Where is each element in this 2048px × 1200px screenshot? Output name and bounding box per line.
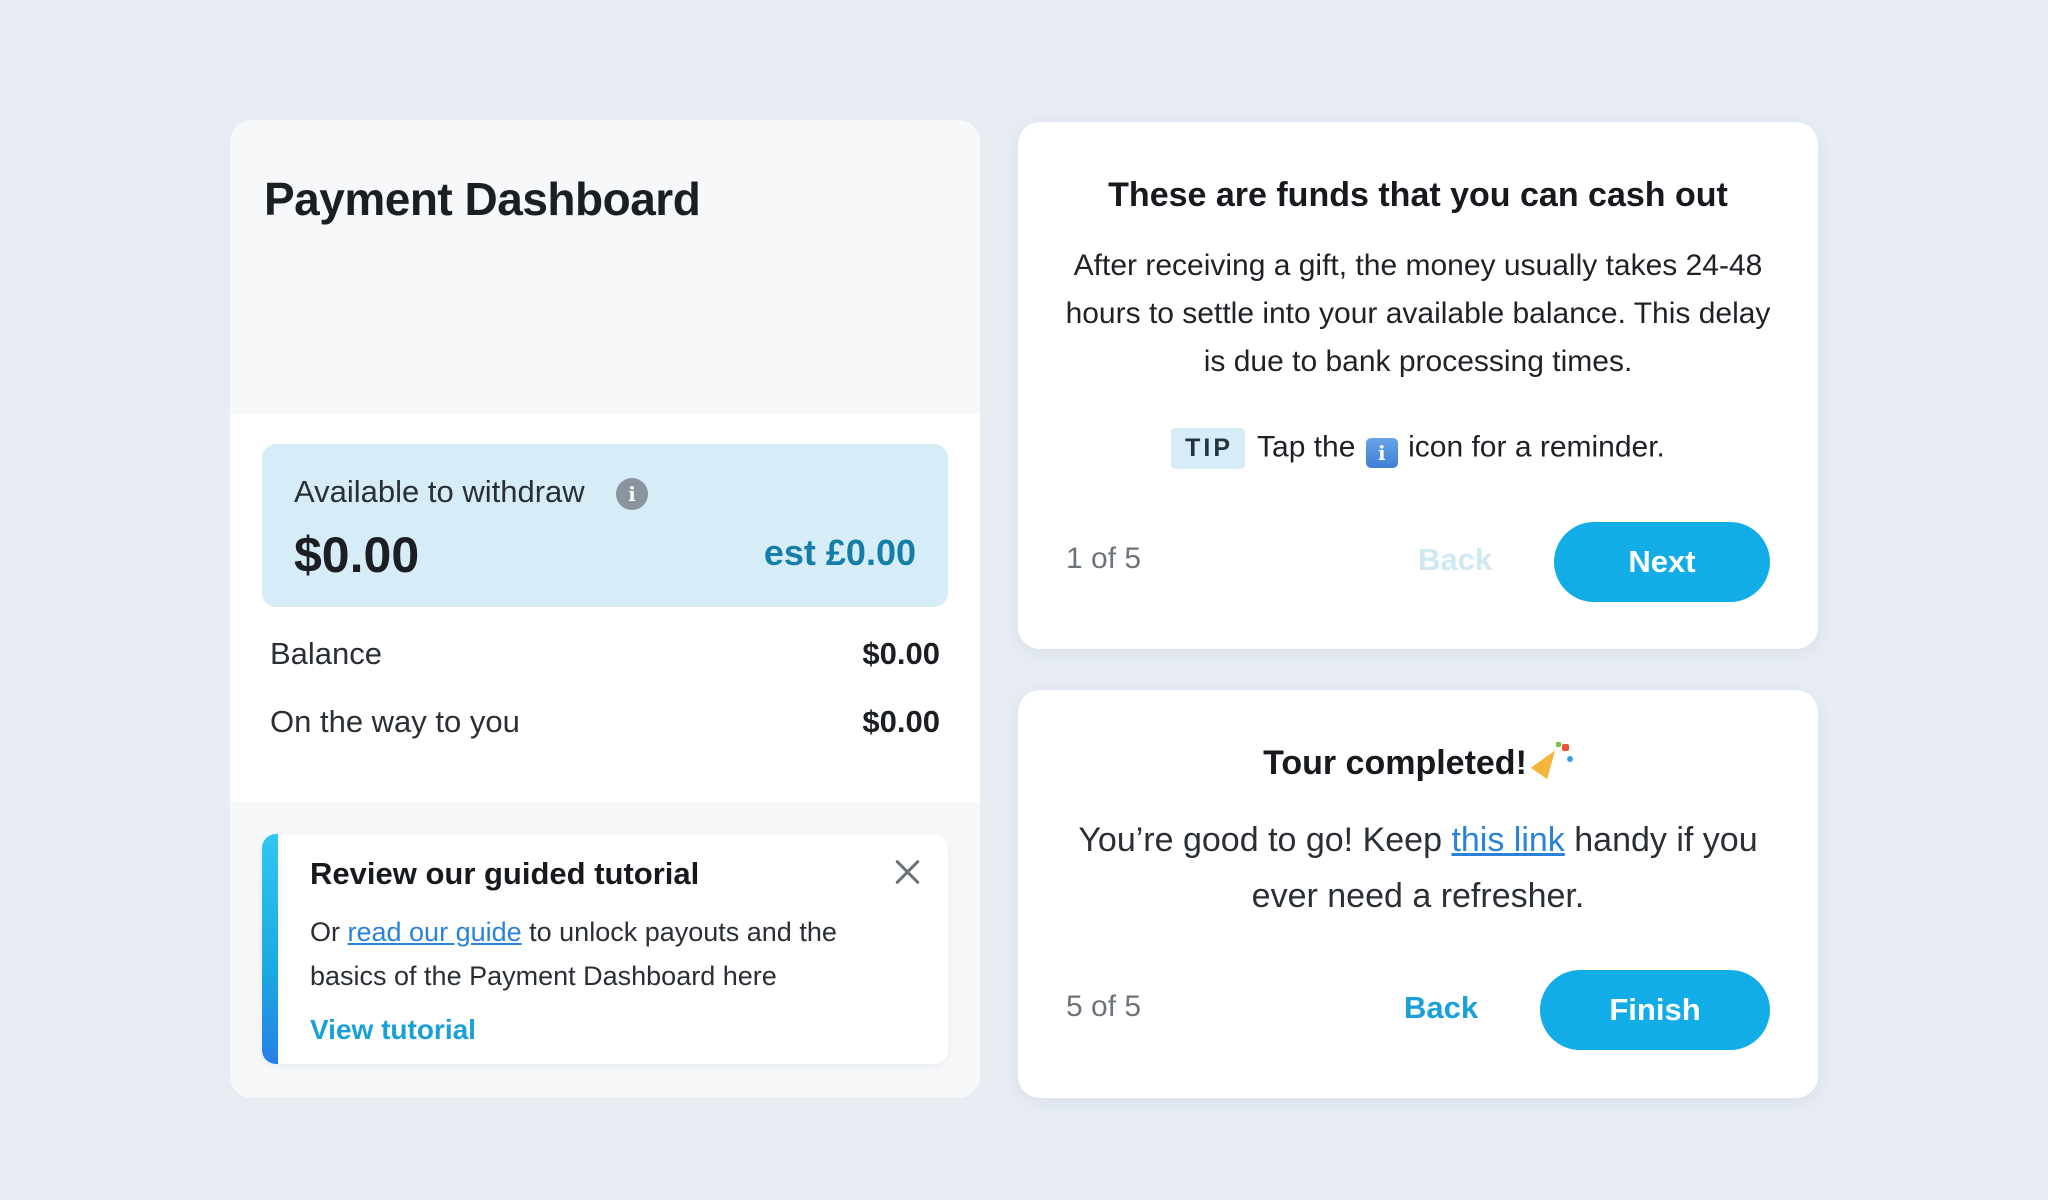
tip-prefix: Tap the <box>1257 430 1364 464</box>
refresher-link[interactable]: this link <box>1451 821 1564 859</box>
back-button[interactable]: Back <box>1404 990 1478 1026</box>
balance-value: $0.00 <box>862 636 940 671</box>
balance-section: Available to withdraw i $0.00 est £0.00 … <box>230 414 980 802</box>
back-button-disabled: Back <box>1418 542 1493 577</box>
tour-complete-body: You’re good to go! Keep this link handy … <box>1058 812 1778 924</box>
tutorial-title: Review our guided tutorial <box>310 856 700 891</box>
tour-step-card: These are funds that you can cash out Af… <box>1018 122 1818 649</box>
tour-complete-title-text: Tour completed! <box>1263 744 1527 782</box>
incoming-label: On the way to you <box>270 704 520 739</box>
tutorial-text-prefix: Or <box>310 917 348 947</box>
read-guide-link[interactable]: read our guide <box>348 917 522 947</box>
tip-suffix: icon for a reminder. <box>1399 430 1665 464</box>
tour-step-title: These are funds that you can cash out <box>1108 176 1728 214</box>
tutorial-accent-bar <box>262 834 278 1064</box>
tour-progress: 5 of 5 <box>1066 990 1142 1023</box>
payment-dashboard-card: Payment Dashboard Overview Transactions … <box>230 120 980 1098</box>
party-popper-icon <box>1530 742 1573 780</box>
incoming-value: $0.00 <box>862 704 940 739</box>
tour-progress: 1 of 5 <box>1066 542 1142 575</box>
close-icon[interactable] <box>890 854 926 890</box>
info-icon: i <box>1365 438 1398 469</box>
view-tutorial-link[interactable]: View tutorial <box>310 1014 476 1046</box>
estimated-amount: est £0.00 <box>763 532 916 573</box>
finish-button[interactable]: Finish <box>1540 970 1770 1050</box>
tour-complete-title: Tour completed! <box>1018 742 1818 783</box>
tour-complete-body-prefix: You’re good to go! Keep <box>1078 821 1452 859</box>
available-to-withdraw-panel: Available to withdraw i $0.00 est £0.00 <box>262 444 948 607</box>
tip-row: TIP Tap the i icon for a reminder. <box>1018 428 1818 469</box>
info-icon[interactable]: i <box>616 478 648 510</box>
tutorial-banner: Review our guided tutorial Or read our g… <box>262 834 948 1064</box>
page-title: Payment Dashboard <box>264 173 701 225</box>
incoming-row: On the way to you $0.00 <box>270 704 940 748</box>
balance-label: Balance <box>270 636 383 671</box>
tip-badge: TIP <box>1171 428 1246 469</box>
balance-row: Balance $0.00 <box>270 636 940 680</box>
next-button[interactable]: Next <box>1554 522 1770 602</box>
tour-step-body: After receiving a gift, the money usuall… <box>1065 249 1771 378</box>
available-label: Available to withdraw <box>294 474 585 509</box>
tour-complete-card: Tour completed! You’re good to go! Keep … <box>1018 690 1818 1098</box>
tutorial-description: Or read our guide to unlock payouts and … <box>310 910 910 998</box>
available-amount: $0.00 <box>294 527 420 583</box>
